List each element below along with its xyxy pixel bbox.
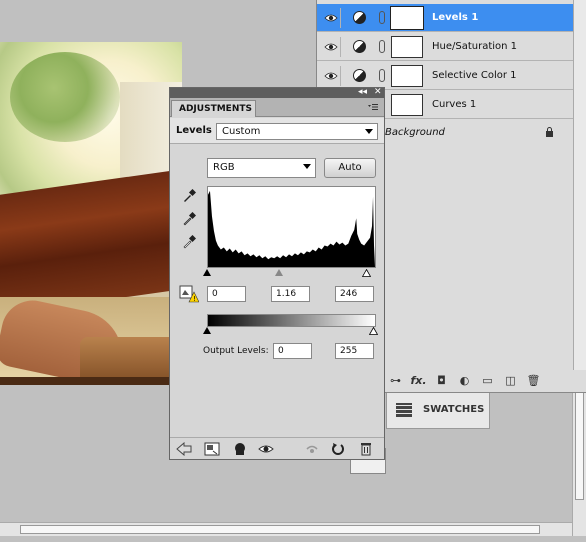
link-chain-icon[interactable]	[379, 11, 385, 24]
channel-value: RGB	[213, 162, 235, 173]
layer-name: Hue/Saturation 1	[432, 41, 518, 52]
output-levels-label: Output Levels:	[203, 346, 269, 356]
white-eyedropper-icon[interactable]	[182, 235, 196, 249]
horizontal-scrollbar[interactable]	[0, 522, 572, 536]
lock-icon	[546, 127, 553, 137]
adjustments-tabbar: ADJUSTMENTS	[170, 98, 384, 117]
channel-select[interactable]: RGB	[207, 158, 316, 178]
layers-footer: ⊶ fx. ◘ ◐ ▭ ◫ 🗑	[387, 372, 586, 390]
trash-icon[interactable]	[358, 442, 374, 456]
adjustments-header: Levels Custom	[170, 118, 384, 144]
adjustment-layer-icon	[353, 11, 366, 24]
swatches-grid-icon	[396, 403, 412, 417]
layer-name: Selective Color 1	[432, 70, 517, 81]
layer-name: Levels 1	[432, 12, 479, 23]
layer-mask-thumbnail[interactable]	[391, 94, 423, 116]
adjustments-titlebar[interactable]: ◂◂ ✕	[170, 87, 384, 98]
input-white-field[interactable]: 246	[335, 286, 374, 302]
layer-name: Curves 1	[432, 99, 477, 110]
link-chain-icon[interactable]	[379, 40, 385, 53]
preset-select[interactable]: Custom	[216, 123, 378, 140]
input-gamma-field[interactable]: 1.16	[271, 286, 310, 302]
auto-button[interactable]: Auto	[324, 158, 376, 178]
eye-icon[interactable]	[321, 8, 341, 28]
adjustment-layer-icon	[353, 69, 366, 82]
input-white-handle-outline	[362, 269, 371, 277]
histogram	[207, 186, 376, 268]
back-arrow-icon[interactable]	[176, 442, 192, 456]
panel-view-icon[interactable]	[204, 442, 220, 456]
link-chain-icon[interactable]	[379, 69, 385, 82]
mask-icon[interactable]: ◘	[433, 374, 450, 388]
photo-foliage	[10, 52, 120, 142]
levels-label: Levels	[176, 125, 212, 136]
clip-to-layer-icon[interactable]	[232, 442, 248, 456]
output-black-handle[interactable]	[203, 327, 211, 334]
layer-mask-thumbnail[interactable]	[391, 65, 423, 87]
layer-background-name: Background	[385, 127, 445, 138]
input-black-field[interactable]: 0	[207, 286, 246, 302]
link-icon[interactable]: ⊶	[387, 374, 404, 388]
output-white-field[interactable]: 255	[335, 343, 374, 359]
swatches-label: SWATCHES	[423, 404, 485, 415]
previous-state-icon[interactable]	[304, 442, 320, 456]
layers-scrollbar[interactable]	[573, 0, 586, 370]
group-icon[interactable]: ▭	[479, 374, 496, 388]
chevron-down-icon	[365, 129, 373, 134]
horizontal-scroll-thumb[interactable]	[20, 525, 540, 534]
input-black-handle[interactable]	[203, 269, 211, 276]
output-black-field[interactable]: 0	[273, 343, 312, 359]
document-photo[interactable]	[0, 42, 182, 385]
adjustment-layer-icon	[353, 40, 366, 53]
photo-floor	[0, 377, 182, 385]
output-gradient	[207, 314, 376, 327]
eye-icon[interactable]	[321, 66, 341, 86]
tab-swatches[interactable]: SWATCHES	[386, 393, 490, 429]
histogram-curve	[208, 190, 375, 267]
panel-menu-icon[interactable]	[368, 103, 378, 111]
preset-value: Custom	[222, 126, 261, 137]
adjustments-footer	[170, 437, 384, 459]
clipping-warning-icon[interactable]: !	[179, 285, 199, 303]
layer-mask-thumbnail[interactable]	[391, 36, 423, 58]
layer-row[interactable]: Levels 1	[317, 4, 573, 32]
fx-icon[interactable]: fx.	[410, 374, 427, 388]
visibility-eye-icon[interactable]	[258, 442, 274, 456]
reset-icon[interactable]	[330, 442, 346, 456]
input-gamma-handle[interactable]	[275, 269, 283, 276]
tab-adjustments[interactable]: ADJUSTMENTS	[171, 100, 256, 117]
chevron-down-icon	[303, 164, 311, 169]
output-white-handle[interactable]	[369, 327, 378, 335]
black-eyedropper-icon[interactable]	[182, 189, 196, 203]
svg-text:!: !	[193, 295, 196, 303]
close-icon[interactable]: ✕	[374, 87, 382, 97]
layer-row[interactable]: Selective Color 1	[317, 62, 573, 90]
layer-mask-thumbnail[interactable]	[390, 6, 424, 30]
trash-icon[interactable]: 🗑	[525, 374, 542, 388]
output-slider[interactable]	[203, 327, 376, 337]
new-layer-icon[interactable]: ◫	[502, 374, 519, 388]
photo-table	[0, 169, 182, 315]
collapse-icon[interactable]: ◂◂	[358, 87, 367, 97]
layer-row[interactable]: Hue/Saturation 1	[317, 33, 573, 61]
input-slider[interactable]	[203, 269, 376, 279]
adjustments-panel: ◂◂ ✕ ADJUSTMENTS Levels Custom RGB Auto …	[169, 87, 385, 460]
gray-eyedropper-icon[interactable]	[182, 212, 196, 226]
adjustment-icon[interactable]: ◐	[456, 374, 473, 388]
eye-icon[interactable]	[321, 37, 341, 57]
